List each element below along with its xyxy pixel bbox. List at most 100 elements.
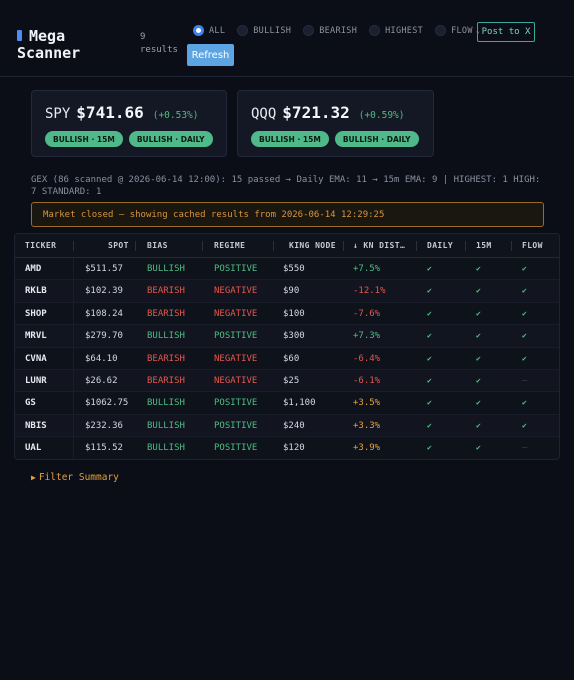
check-icon: ✔ xyxy=(476,375,481,385)
filter-radio-group: ALL BULLISH BEARISH HIGHEST FLOW ⌄ xyxy=(193,25,492,36)
check-icon: ✔ xyxy=(522,331,527,341)
cell-king-node: $300 xyxy=(283,331,305,342)
market-closed-notice: Market closed — showing cached results f… xyxy=(31,202,544,227)
column-divider xyxy=(73,258,74,280)
cell-king-node: $25 xyxy=(283,375,300,386)
status-badge: BULLISH · DAILY xyxy=(334,131,419,147)
refresh-button[interactable]: Refresh xyxy=(187,44,234,66)
col-kn-dist[interactable]: ↓ KN DIST… xyxy=(353,234,405,258)
cell-regime: NEGATIVE xyxy=(214,353,258,364)
table-header: TICKER SPOT BIAS REGIME KING NODE ↓ KN D… xyxy=(15,234,559,258)
filter-highest-label: HIGHEST xyxy=(385,25,424,36)
column-divider xyxy=(511,241,512,251)
check-icon: ✔ xyxy=(476,331,481,341)
col-king-node[interactable]: KING NODE xyxy=(289,234,336,258)
col-spot[interactable]: SPOT xyxy=(108,234,129,258)
column-divider xyxy=(73,369,74,392)
column-divider xyxy=(343,241,344,251)
col-ticker[interactable]: TICKER xyxy=(25,234,56,258)
filter-bullish-label: BULLISH xyxy=(253,25,292,36)
card-price: $721.32 xyxy=(282,103,350,122)
table-row[interactable]: CVNA $64.10 BEARISH NEGATIVE $60 -6.4% ✔ ✔ ✔ xyxy=(15,347,559,370)
radio-icon xyxy=(303,25,315,36)
cell-spot: $102.39 xyxy=(85,286,123,297)
column-divider xyxy=(73,437,74,459)
table-row[interactable]: UAL $115.52 BULLISH POSITIVE $120 +3.9% ✔ ✔ — xyxy=(15,437,559,459)
caret-right-icon: ▶ xyxy=(31,473,36,482)
cell-bias: BULLISH xyxy=(147,264,185,274)
radio-icon xyxy=(435,25,447,36)
logo-line1: Mega xyxy=(29,27,66,45)
cell-kn-dist: +3.3% xyxy=(353,420,381,431)
column-divider xyxy=(135,241,136,251)
card-symbol: QQQ xyxy=(251,106,277,122)
cell-kn-dist: -6.4% xyxy=(353,353,381,364)
cell-spot: $279.70 xyxy=(85,331,123,342)
check-icon: ✔ xyxy=(476,443,481,453)
table-row[interactable]: SHOP $108.24 BEARISH NEGATIVE $100 -7.6% ✔ ✔ ✔ xyxy=(15,302,559,326)
check-icon: ✔ xyxy=(522,420,527,430)
cell-bias: BULLISH xyxy=(147,331,185,342)
cell-kn-dist: +7.3% xyxy=(353,331,381,342)
results-count: 9 results xyxy=(140,31,178,57)
cell-kn-dist: -12.1% xyxy=(353,286,386,297)
filter-all[interactable]: ALL xyxy=(193,25,225,36)
filter-bearish-label: BEARISH xyxy=(319,25,358,36)
column-divider xyxy=(73,392,74,414)
check-icon: ✔ xyxy=(476,308,481,318)
cell-regime: POSITIVE xyxy=(214,398,258,409)
cell-bias: BULLISH xyxy=(147,398,185,409)
table-row[interactable]: LUNR $26.62 BEARISH NEGATIVE $25 -6.1% ✔ ✔ — xyxy=(15,369,559,393)
status-badge: BULLISH · 15M xyxy=(251,131,329,147)
cell-regime: NEGATIVE xyxy=(214,375,258,386)
cell-regime: POSITIVE xyxy=(214,443,258,454)
check-icon: ✔ xyxy=(522,286,527,296)
cell-kn-dist: +3.9% xyxy=(353,443,381,454)
filter-highest[interactable]: HIGHEST xyxy=(369,25,423,36)
check-icon: ✔ xyxy=(476,353,481,363)
cell-spot: $232.36 xyxy=(85,420,123,431)
filter-all-label: ALL xyxy=(209,25,226,36)
cell-ticker: GS xyxy=(25,398,36,409)
col-regime[interactable]: REGIME xyxy=(214,234,245,258)
table-row[interactable]: RKLB $102.39 BEARISH NEGATIVE $90 -12.1% ✔ ✔ ✔ xyxy=(15,280,559,303)
cell-king-node: $550 xyxy=(283,264,305,274)
check-icon: ✔ xyxy=(427,353,432,363)
column-divider xyxy=(73,347,74,369)
column-divider xyxy=(73,414,74,437)
dash-icon: — xyxy=(522,443,528,454)
table-row[interactable]: NBIS $232.36 BULLISH POSITIVE $240 +3.3% ✔ ✔ ✔ xyxy=(15,414,559,438)
filter-summary-toggle[interactable]: ▶ Filter Summary xyxy=(31,472,119,483)
column-divider xyxy=(416,241,417,251)
cell-king-node: $1,100 xyxy=(283,398,316,409)
col-flow[interactable]: FLOW xyxy=(522,234,543,258)
filter-bearish[interactable]: BEARISH xyxy=(303,25,357,36)
cell-bias: BEARISH xyxy=(147,353,185,364)
post-to-x-button[interactable]: Post to X xyxy=(477,22,535,42)
check-icon: ✔ xyxy=(522,308,527,318)
card-symbol: SPY xyxy=(45,106,71,122)
col-daily[interactable]: DAILY xyxy=(427,234,453,258)
table-row[interactable]: AMD $511.57 BULLISH POSITIVE $550 +7.5% ✔ ✔ ✔ xyxy=(15,258,559,281)
table-row[interactable]: MRVL $279.70 BULLISH POSITIVE $300 +7.3% ✔ ✔ ✔ xyxy=(15,325,559,348)
filter-flow[interactable]: FLOW ⌄ xyxy=(435,25,480,36)
cell-ticker: NBIS xyxy=(25,420,47,431)
column-divider xyxy=(465,241,466,251)
cell-king-node: $100 xyxy=(283,308,305,319)
check-icon: ✔ xyxy=(476,264,481,273)
check-icon: ✔ xyxy=(427,308,432,318)
filter-bullish[interactable]: BULLISH xyxy=(237,25,291,36)
cell-king-node: $60 xyxy=(283,353,300,364)
column-divider xyxy=(273,241,274,251)
col-15m[interactable]: 15M xyxy=(476,234,492,258)
column-divider xyxy=(73,302,74,325)
col-bias[interactable]: BIAS xyxy=(147,234,168,258)
cell-spot: $1062.75 xyxy=(85,398,129,409)
index-card-spy: SPY $741.66 (+0.53%) BULLISH · 15M BULLI… xyxy=(31,90,227,157)
cell-ticker: CVNA xyxy=(25,353,47,364)
cell-kn-dist: -7.6% xyxy=(353,308,381,319)
cell-spot: $108.24 xyxy=(85,308,123,319)
cell-bias: BEARISH xyxy=(147,286,185,297)
table-row[interactable]: GS $1062.75 BULLISH POSITIVE $1,100 +3.5% ✔ ✔ ✔ xyxy=(15,392,559,415)
cell-regime: POSITIVE xyxy=(214,331,258,342)
